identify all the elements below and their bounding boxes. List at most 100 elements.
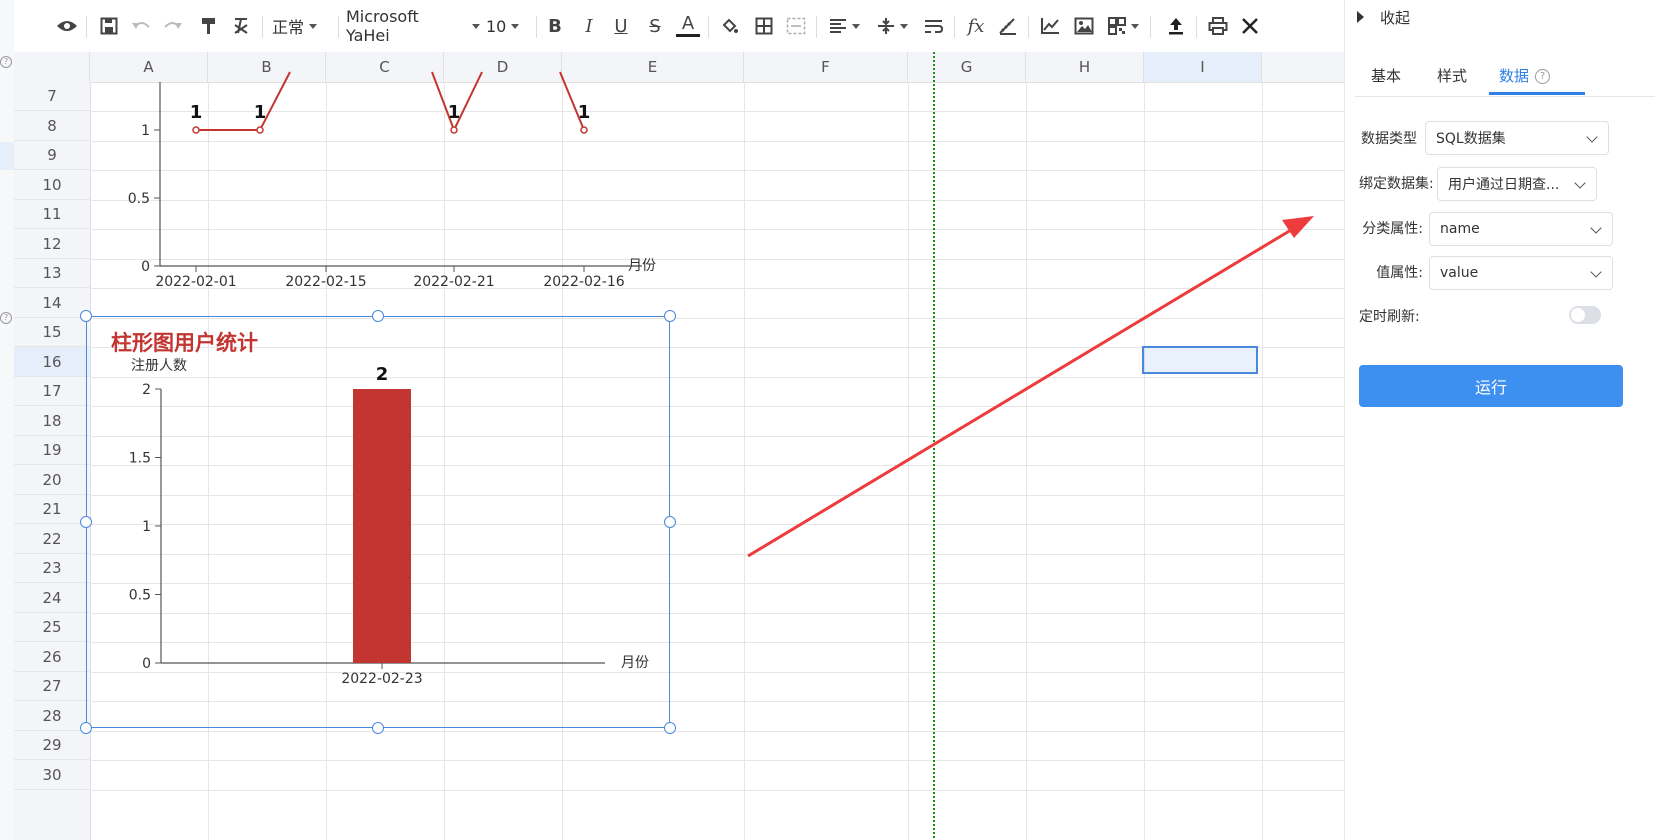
insert-image-icon[interactable] [1072, 12, 1096, 40]
qrcode-icon[interactable] [1104, 12, 1142, 40]
row-header-21[interactable]: 21 [14, 495, 90, 524]
grid-line [90, 760, 1344, 761]
data-type-value: SQL数据集 [1436, 131, 1506, 147]
function-fx-icon[interactable]: fx [964, 12, 988, 40]
format-painter-icon[interactable] [198, 12, 220, 40]
text-wrap-icon[interactable] [922, 12, 946, 40]
row-header-13[interactable]: 13 [14, 259, 90, 288]
row-header-28[interactable]: 28 [14, 701, 90, 731]
resize-handle-top-right[interactable] [664, 310, 676, 322]
cell-style-select[interactable]: 正常 [272, 12, 332, 40]
bar-chart-widget[interactable]: 柱形图用户统计 注册人数 月份 0 0.5 1 1.5 2 2 2022-02-23 [80, 310, 676, 734]
clear-format-icon[interactable] [230, 12, 252, 40]
resize-handle-bottom-right[interactable] [664, 722, 676, 734]
row-header-17[interactable]: 17 [14, 377, 90, 406]
print-icon[interactable] [1206, 12, 1230, 40]
strikethrough-icon[interactable]: S [644, 12, 666, 40]
row-header-7[interactable]: 7 [14, 82, 90, 111]
selected-cell-i16[interactable] [1142, 346, 1258, 374]
line-data-point [450, 126, 458, 134]
undo-icon[interactable] [130, 12, 152, 40]
row-header-30[interactable]: 30 [14, 760, 90, 790]
corner-cell[interactable] [14, 52, 90, 82]
row-header-22[interactable]: 22 [14, 524, 90, 554]
tools-icon[interactable] [1238, 12, 1262, 40]
row-header-27[interactable]: 27 [14, 672, 90, 701]
row-header-8[interactable]: 8 [14, 111, 90, 141]
preview-eye-icon[interactable] [54, 12, 80, 40]
row-header-26[interactable]: 26 [14, 642, 90, 672]
value-attribute-label: 值属性: [1376, 265, 1423, 281]
column-header-g[interactable]: G [908, 52, 1026, 82]
y-axis-title: 注册人数 [131, 358, 187, 374]
y-tick-label: 0 [141, 259, 150, 275]
panel-tabs: 基本 样式 数据? [1355, 58, 1655, 97]
column-header-f[interactable]: F [744, 52, 908, 82]
row-header-29[interactable]: 29 [14, 731, 90, 760]
fill-color-icon[interactable] [718, 12, 742, 40]
resize-handle-bottom-left[interactable] [80, 722, 92, 734]
vertical-align-icon[interactable] [874, 12, 910, 40]
row-header-23[interactable]: 23 [14, 554, 90, 583]
data-type-select[interactable]: SQL数据集 [1425, 121, 1609, 155]
line-data-label: 1 [190, 102, 203, 123]
collapse-panel-button[interactable]: 收起 [1357, 6, 1410, 28]
row-header-9[interactable]: 9 [14, 141, 90, 170]
chevron-down-icon [309, 23, 318, 29]
resize-handle-bottom[interactable] [372, 722, 384, 734]
row-header-10[interactable]: 10 [14, 170, 90, 200]
redo-icon[interactable] [162, 12, 184, 40]
help-icon[interactable]: ? [0, 56, 12, 68]
help-icon[interactable]: ? [0, 312, 12, 324]
row-header-11[interactable]: 11 [14, 200, 90, 229]
insert-chart-icon[interactable] [1038, 12, 1062, 40]
tab-data[interactable]: 数据? [1499, 58, 1551, 94]
line-data-label: 1 [448, 102, 461, 123]
underline-icon[interactable]: U [610, 12, 632, 40]
toolbar-divider [954, 16, 955, 38]
font-size-select[interactable]: 10 [486, 12, 532, 40]
chevron-down-icon [1574, 177, 1586, 189]
text-align-icon[interactable] [826, 12, 862, 40]
column-header-i[interactable]: I [1144, 52, 1262, 82]
border-grid-icon[interactable] [752, 12, 776, 40]
value-attribute-select[interactable]: value [1429, 256, 1613, 290]
resize-handle-right[interactable] [664, 516, 676, 528]
column-header-h[interactable]: H [1026, 52, 1144, 82]
auto-refresh-toggle[interactable] [1569, 306, 1601, 324]
row-header-19[interactable]: 19 [14, 436, 90, 465]
toolbar: 正常 Microsoft YaHei 10 B I U S A fx [14, 0, 1344, 53]
toolbar-divider [816, 16, 817, 38]
font-color-icon[interactable]: A [676, 12, 700, 37]
help-circle-icon[interactable]: ? [1535, 69, 1551, 84]
bold-icon[interactable]: B [544, 12, 566, 40]
line-chart[interactable]: 月份 0 0.5 1 2022-02-01 2022-02-15 2022-02-21 20… [90, 52, 690, 302]
grid-line [90, 790, 1344, 791]
dataset-select[interactable]: 用户通过日期查... [1437, 167, 1597, 201]
font-family-select[interactable]: Microsoft YaHei [346, 7, 480, 45]
save-icon[interactable] [98, 12, 120, 40]
row-header-16[interactable]: 16 [14, 347, 90, 377]
line-data-point [192, 126, 200, 134]
tab-style[interactable]: 样式 [1437, 58, 1467, 94]
tab-basic[interactable]: 基本 [1371, 58, 1401, 94]
row-header-14[interactable]: 14 [14, 288, 90, 318]
run-button[interactable]: 运行 [1359, 365, 1623, 407]
row-header-24[interactable]: 24 [14, 583, 90, 613]
row-header-12[interactable]: 12 [14, 229, 90, 259]
italic-icon[interactable]: I [578, 12, 600, 40]
row-header-15[interactable]: 15 [14, 318, 90, 347]
chevron-down-icon [511, 23, 520, 29]
category-attribute-select[interactable]: name [1429, 212, 1613, 246]
row-header-18[interactable]: 18 [14, 406, 90, 436]
row-header-25[interactable]: 25 [14, 613, 90, 642]
resize-handle-top[interactable] [372, 310, 384, 322]
merge-cells-icon[interactable] [784, 12, 808, 40]
row-header-20[interactable]: 20 [14, 465, 90, 495]
toolbar-divider [1028, 16, 1029, 38]
resize-handle-left[interactable] [80, 516, 92, 528]
ruler-icon[interactable] [996, 12, 1020, 40]
toggle-knob [1571, 308, 1585, 322]
resize-handle-top-left[interactable] [80, 310, 92, 322]
upload-icon[interactable] [1164, 12, 1188, 40]
